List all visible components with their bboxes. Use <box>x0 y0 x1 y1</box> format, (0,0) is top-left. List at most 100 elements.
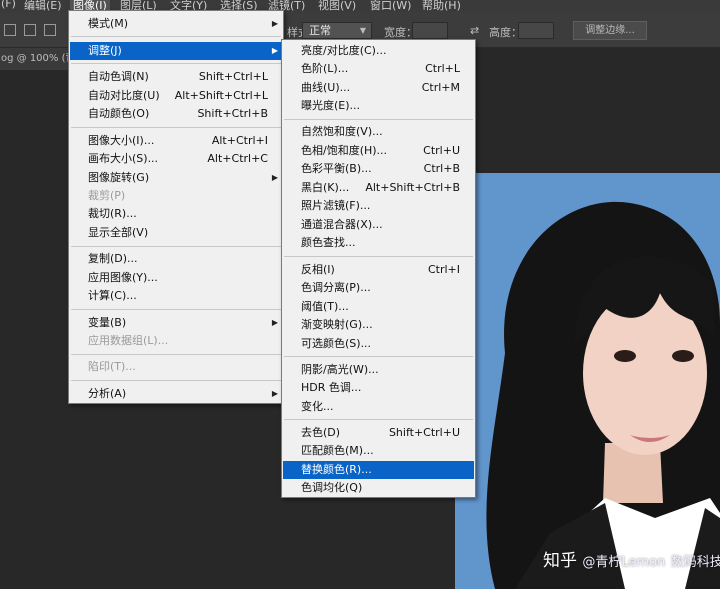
swap-icon[interactable]: ⇄ <box>470 24 479 37</box>
submenu-item-desaturate[interactable]: 去色(D) Shift+Ctrl+U <box>283 424 474 442</box>
submenu-item-selective-color[interactable]: 可选颜色(S)... <box>283 335 474 353</box>
menu-item-image-size[interactable]: 图像大小(I)... Alt+Ctrl+I <box>70 132 282 150</box>
submenu-item-brightness-contrast[interactable]: 亮度/对比度(C)... <box>283 42 474 60</box>
style-select[interactable]: 正常 ▼ <box>302 22 372 39</box>
marquee-new-selection-icon[interactable] <box>4 24 16 36</box>
menu-item-mode[interactable]: 模式(M) ▶ <box>70 15 282 33</box>
menu-item-label: 曝光度(E)... <box>301 99 361 112</box>
submenu-item-threshold[interactable]: 阈值(T)... <box>283 298 474 316</box>
submenu-item-match-color[interactable]: 匹配颜色(M)... <box>283 442 474 460</box>
menu-item-shortcut: Shift+Ctrl+L <box>198 70 268 83</box>
menu-item-label: 去色(D) <box>301 426 341 439</box>
submenu-item-variations[interactable]: 变化... <box>283 398 474 416</box>
menu-edit[interactable]: 编辑(E) <box>24 0 62 12</box>
menu-item-apply-data-set: 应用数据组(L)... <box>70 332 282 350</box>
width-field[interactable] <box>412 22 448 39</box>
submenu-item-hue-saturation[interactable]: 色相/饱和度(H)... Ctrl+U <box>283 142 474 160</box>
menu-item-label: 色相/饱和度(H)... <box>301 144 388 157</box>
menu-item-calculations[interactable]: 计算(C)... <box>70 287 282 305</box>
menu-item-reveal-all[interactable]: 显示全部(V) <box>70 224 282 242</box>
submenu-item-black-white[interactable]: 黑白(K)... Alt+Shift+Ctrl+B <box>283 179 474 197</box>
menu-item-shortcut: Alt+Shift+Ctrl+B <box>365 181 460 194</box>
menu-item-label: 图像旋转(G) <box>88 171 150 184</box>
portrait-image <box>455 173 720 589</box>
menu-item-apply-image[interactable]: 应用图像(Y)... <box>70 269 282 287</box>
watermark-main: 知乎 <box>543 551 577 571</box>
menu-item-analysis[interactable]: 分析(A) ▶ <box>70 385 282 403</box>
watermark: 知乎 @青柠Lemon 数码科技 <box>543 546 720 571</box>
menu-item-label: 应用数据组(L)... <box>88 334 169 347</box>
menu-item-shortcut: Shift+Ctrl+U <box>388 426 460 439</box>
menu-window[interactable]: 窗口(W) <box>370 0 411 12</box>
submenu-item-photo-filter[interactable]: 照片滤镜(F)... <box>283 197 474 215</box>
submenu-item-replace-color[interactable]: 替换颜色(R)... <box>283 461 474 479</box>
menu-item-label: 自动颜色(O) <box>88 107 150 120</box>
submenu-item-equalize[interactable]: 色调均化(Q) <box>283 479 474 497</box>
menu-item-label: 颜色查找... <box>301 236 356 249</box>
menu-item-duplicate[interactable]: 复制(D)... <box>70 250 282 268</box>
style-select-value: 正常 <box>309 24 331 37</box>
menu-item-label: 色彩平衡(B)... <box>301 162 372 175</box>
submenu-item-levels[interactable]: 色阶(L)... Ctrl+L <box>283 60 474 78</box>
submenu-item-color-lookup[interactable]: 颜色查找... <box>283 234 474 252</box>
menu-item-trim[interactable]: 裁切(R)... <box>70 205 282 223</box>
submenu-item-hdr-toning[interactable]: HDR 色调... <box>283 379 474 397</box>
menu-item-label: 变量(B) <box>88 316 127 329</box>
menu-item-auto-color[interactable]: 自动颜色(O) Shift+Ctrl+B <box>70 105 282 123</box>
menu-item-label: HDR 色调... <box>301 381 362 394</box>
menu-separator <box>71 354 281 355</box>
menu-item-label: 曲线(U)... <box>301 81 351 94</box>
height-field[interactable] <box>518 22 554 39</box>
marquee-subtract-selection-icon[interactable] <box>44 24 56 36</box>
menu-item-shortcut: Ctrl+L <box>425 62 460 75</box>
submenu-item-posterize[interactable]: 色调分离(P)... <box>283 279 474 297</box>
chevron-right-icon: ▶ <box>271 389 278 398</box>
menu-item-label: 阈值(T)... <box>301 300 349 313</box>
menu-item-shortcut: Ctrl+U <box>423 144 460 157</box>
menu-item-label: 显示全部(V) <box>88 226 149 239</box>
menu-item-image-rotation[interactable]: 图像旋转(G) ▶ <box>70 169 282 187</box>
menu-item-shortcut: Ctrl+I <box>427 263 460 276</box>
menu-file[interactable]: (F) <box>1 0 16 10</box>
menu-help[interactable]: 帮助(H) <box>422 0 461 12</box>
menu-item-label: 调整(J) <box>88 44 122 57</box>
menu-item-shortcut: Alt+Shift+Ctrl+L <box>174 89 268 102</box>
submenu-item-invert[interactable]: 反相(I) Ctrl+I <box>283 261 474 279</box>
submenu-item-curves[interactable]: 曲线(U)... Ctrl+M <box>283 79 474 97</box>
refine-edge-button[interactable]: 调整边缘... <box>573 21 647 40</box>
chevron-right-icon: ▶ <box>271 173 278 182</box>
menu-item-variables[interactable]: 变量(B) ▶ <box>70 314 282 332</box>
menu-item-label: 色调均化(Q) <box>301 481 363 494</box>
menu-item-canvas-size[interactable]: 画布大小(S)... Alt+Ctrl+C <box>70 150 282 168</box>
submenu-item-color-balance[interactable]: 色彩平衡(B)... Ctrl+B <box>283 160 474 178</box>
menu-separator <box>284 419 473 420</box>
marquee-add-selection-icon[interactable] <box>24 24 36 36</box>
submenu-item-shadows-highlights[interactable]: 阴影/高光(W)... <box>283 361 474 379</box>
menu-item-label: 色调分离(P)... <box>301 281 371 294</box>
menu-separator <box>71 36 281 37</box>
submenu-item-channel-mixer[interactable]: 通道混合器(X)... <box>283 216 474 234</box>
menu-item-auto-contrast[interactable]: 自动对比度(U) Alt+Shift+Ctrl+L <box>70 87 282 105</box>
menu-item-label: 计算(C)... <box>88 289 137 302</box>
menu-item-auto-tone[interactable]: 自动色调(N) Shift+Ctrl+L <box>70 68 282 86</box>
menu-item-label: 模式(M) <box>88 17 129 30</box>
menu-item-label: 黑白(K)... <box>301 181 350 194</box>
menu-separator <box>71 127 281 128</box>
canvas-photo <box>455 173 720 589</box>
menu-item-label: 亮度/对比度(C)... <box>301 44 387 57</box>
menu-item-label: 裁剪(P) <box>88 189 126 202</box>
menu-item-label: 图像大小(I)... <box>88 134 155 147</box>
menu-item-shortcut: Alt+Ctrl+I <box>211 134 268 147</box>
menu-view[interactable]: 视图(V) <box>318 0 356 12</box>
submenu-item-gradient-map[interactable]: 渐变映射(G)... <box>283 316 474 334</box>
menu-item-label: 渐变映射(G)... <box>301 318 373 331</box>
menu-separator <box>71 246 281 247</box>
submenu-item-exposure[interactable]: 曝光度(E)... <box>283 97 474 115</box>
menu-item-label: 阴影/高光(W)... <box>301 363 379 376</box>
menu-item-crop: 裁剪(P) <box>70 187 282 205</box>
submenu-item-vibrance[interactable]: 自然饱和度(V)... <box>283 123 474 141</box>
menu-separator <box>284 356 473 357</box>
menu-item-label: 画布大小(S)... <box>88 152 159 165</box>
menu-item-adjustments[interactable]: 调整(J) ▶ <box>70 42 282 60</box>
menu-item-label: 反相(I) <box>301 263 335 276</box>
